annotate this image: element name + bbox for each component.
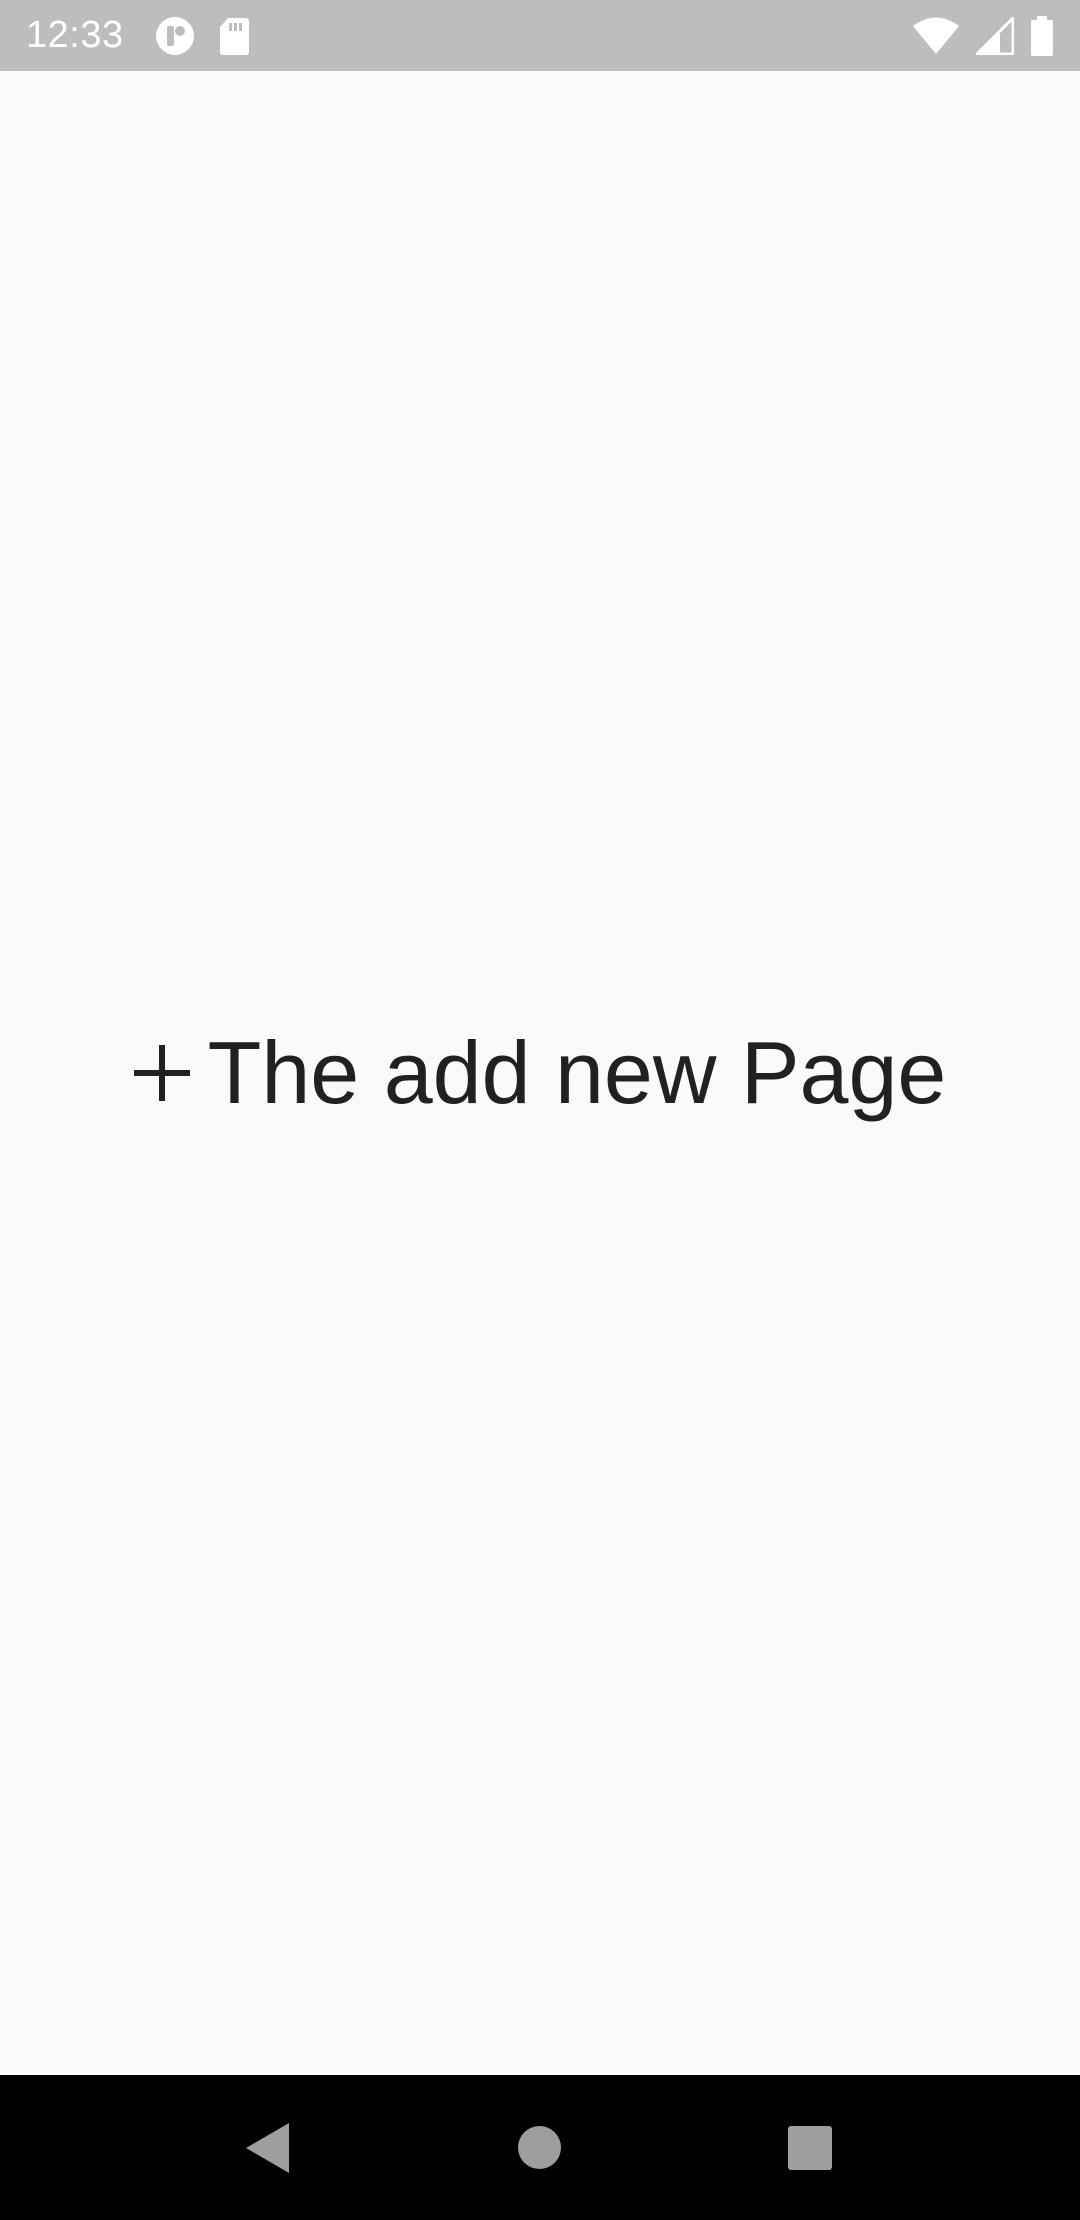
home-button[interactable] <box>464 2075 614 2220</box>
cell-signal-icon <box>976 16 1014 55</box>
status-right <box>896 15 1054 56</box>
add-new-page-label: The add new Page <box>207 1023 947 1122</box>
battery-icon <box>1030 15 1054 56</box>
main-content: The add new Page <box>0 71 1080 2075</box>
status-bar: 12:33 <box>0 0 1080 71</box>
wifi-icon <box>912 17 960 55</box>
recents-icon <box>788 2125 832 2170</box>
app-notification-icon <box>154 15 196 57</box>
back-icon <box>245 2122 289 2173</box>
screen: 12:33 The add new Page <box>0 0 1080 2220</box>
plus-icon <box>133 1045 190 1101</box>
home-icon <box>517 2126 561 2169</box>
sd-card-icon <box>218 16 250 56</box>
navigation-bar <box>0 2075 1080 2220</box>
status-left: 12:33 <box>26 14 272 57</box>
status-time: 12:33 <box>26 14 124 56</box>
back-button[interactable] <box>192 2075 342 2220</box>
recents-button[interactable] <box>735 2075 885 2220</box>
add-new-page-button[interactable]: The add new Page <box>133 1022 947 1124</box>
